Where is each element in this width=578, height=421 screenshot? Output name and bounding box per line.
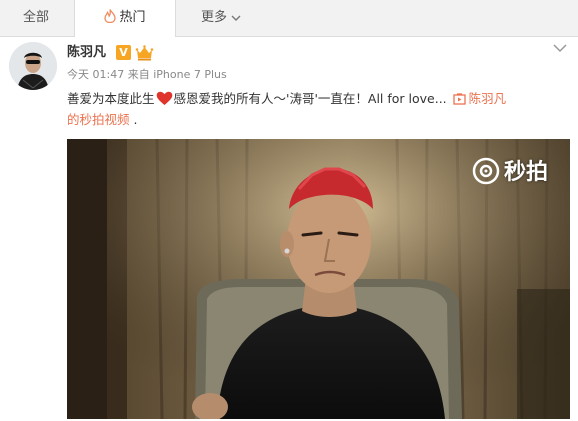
post-meta: 今天 01:47 来自 iPhone 7 Plus [67,67,227,83]
verified-badge: V [116,45,131,60]
miaopai-logo-icon [472,157,500,185]
tab-hot-label: 热门 [119,10,146,25]
author-name[interactable]: 陈羽凡 [67,44,106,62]
tab-bar: 全部 热门 更多 [0,0,578,37]
tab-more-label: 更多 [200,10,227,25]
avatar[interactable] [9,42,57,90]
flame-icon [104,2,117,38]
video-link-text[interactable]: 的秒拍视频 [67,112,130,127]
post-text-part2: 感恩爱我的所有人～'涛哥'一直在！All for love... [173,91,447,106]
post-text-line1: 善爱为本度此生 感恩爱我的所有人～'涛哥'一直在！All for love... 陈… [67,90,506,108]
watermark-text: 秒拍 [503,160,548,185]
post-text-part1: 善爱为本度此生 [67,91,155,106]
tab-all[interactable]: 全部 [0,0,72,36]
post-time[interactable]: 今天 01:47 [67,68,124,81]
source-prefix: 来自 [127,68,150,81]
video-link-icon[interactable] [453,92,466,110]
tab-hot[interactable]: 热门 [74,0,176,37]
tab-more[interactable]: 更多 [176,0,266,36]
chevron-down-icon [231,1,241,37]
post-source[interactable]: iPhone 7 Plus [153,68,227,81]
crown-badge-icon[interactable] [135,44,154,61]
video-player[interactable]: 秒拍 [67,139,570,419]
video-link-author[interactable]: 陈羽凡 [469,91,507,106]
post-text-trailing: . [129,112,138,127]
miaopai-watermark: 秒拍 [472,157,548,187]
post-text-line2: 的秒拍视频 . [67,111,137,129]
heart-icon [156,91,173,111]
collapse-arrow-icon[interactable] [553,38,567,53]
